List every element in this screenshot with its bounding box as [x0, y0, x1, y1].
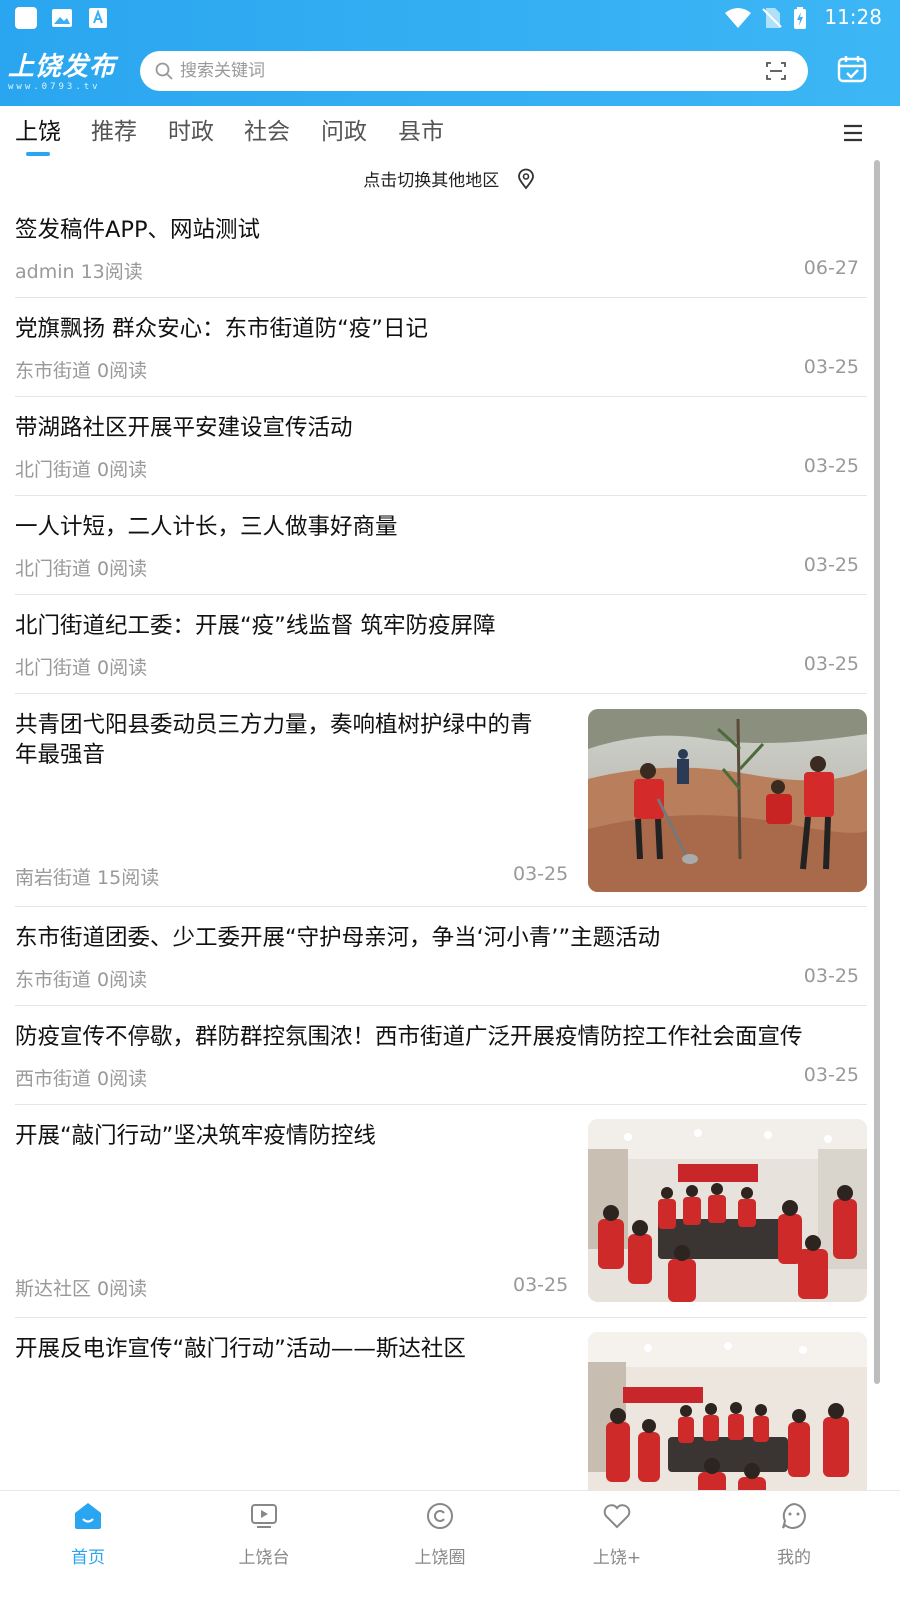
search-input[interactable]	[180, 51, 740, 91]
news-meta: 斯达社区 0阅读	[15, 1278, 148, 1300]
news-item[interactable]: 开展反电诈宣传“敲门行动”活动——斯达社区	[15, 1318, 867, 1490]
region-switch[interactable]: 点击切换其他地区	[0, 166, 900, 194]
news-title: 签发稿件APP、网站测试	[15, 217, 261, 243]
news-date: 03-25	[803, 653, 859, 675]
news-date: 03-25	[803, 1064, 859, 1086]
font-icon	[89, 8, 107, 28]
tab-politics[interactable]: 时政	[168, 117, 214, 147]
tree-planting-photo	[588, 709, 867, 892]
news-item[interactable]: 开展“敲门行动”坚决筑牢疫情防控线 斯达社区 0阅读 03-25	[15, 1105, 867, 1318]
tab-shangrao[interactable]: 上饶	[15, 117, 61, 147]
heart-icon	[603, 1504, 631, 1529]
nav-home-label: 首页	[71, 1548, 105, 1568]
news-meta: 北门街道 0阅读	[15, 657, 148, 679]
news-date: 03-25	[513, 863, 569, 885]
news-date: 03-25	[803, 455, 859, 477]
nav-home[interactable]: 首页	[28, 1501, 148, 1581]
tab-counties[interactable]: 县市	[398, 117, 444, 147]
news-thumbnail[interactable]	[588, 1119, 867, 1302]
tv-play-icon	[251, 1504, 277, 1528]
tab-society[interactable]: 社会	[244, 117, 290, 147]
news-item[interactable]: 党旗飘扬 群众安心：东市街道防“疫”日记 东市街道 0阅读 03-25	[15, 298, 867, 397]
news-date: 03-25	[803, 356, 859, 378]
news-title: 东市街道团委、少工委开展“守护母亲河，争当‘河小青’”主题活动	[15, 925, 661, 951]
app-notification-icon	[15, 7, 37, 29]
news-date: 03-25	[803, 965, 859, 987]
news-title: 带湖路社区开展平安建设宣传活动	[15, 415, 353, 441]
logo-text: 上饶发布	[8, 52, 117, 82]
nav-profile[interactable]: 我的	[734, 1501, 854, 1581]
app-logo[interactable]: 上饶发布 www.0793.tv	[8, 52, 130, 94]
news-item[interactable]: 共青团弋阳县委动员三方力量，奏响植树护绿中的青 年最强音 南岩街道 15阅读 0…	[15, 694, 867, 907]
nav-circle-label: 上饶圈	[414, 1548, 466, 1568]
news-date: 06-27	[803, 257, 859, 279]
header-bar: 11:28 上饶发布 www.0793.tv	[0, 0, 900, 106]
no-sim-icon	[762, 8, 782, 28]
status-time: 11:28	[824, 5, 882, 29]
news-date: 03-25	[513, 1274, 569, 1296]
search-icon	[155, 62, 173, 80]
meeting-room-photo	[588, 1119, 867, 1302]
nav-circle[interactable]: 上饶圈	[380, 1501, 500, 1581]
app-screen: 11:28 上饶发布 www.0793.tv 上饶 推荐 时政 社会 问政 县市…	[0, 0, 900, 1600]
news-meta: 东市街道 0阅读	[15, 360, 148, 382]
news-date: 03-25	[803, 554, 859, 576]
location-pin-icon	[517, 168, 534, 189]
nav-plus-label: 上饶+	[592, 1548, 642, 1568]
news-meta: 东市街道 0阅读	[15, 969, 148, 991]
news-thumbnail[interactable]	[588, 1332, 867, 1490]
profile-icon	[782, 1502, 806, 1529]
logo-url: www.0793.tv	[8, 82, 101, 92]
news-meta: 北门街道 0阅读	[15, 459, 148, 481]
nav-tv[interactable]: 上饶台	[204, 1501, 324, 1581]
home-icon	[75, 1503, 101, 1529]
news-meta: admin 13阅读	[15, 261, 143, 283]
news-item[interactable]: 签发稿件APP、网站测试 admin 13阅读 06-27	[15, 198, 867, 298]
news-title: 共青团弋阳县委动员三方力量，奏响植树护绿中的青	[15, 712, 533, 738]
region-switch-label: 点击切换其他地区	[363, 171, 500, 191]
news-item[interactable]: 带湖路社区开展平安建设宣传活动 北门街道 0阅读 03-25	[15, 397, 867, 496]
status-bar: 11:28	[0, 0, 900, 40]
scrollbar[interactable]	[874, 160, 880, 1384]
news-item[interactable]: 一人计短，二人计长，三人做事好商量 北门街道 0阅读 03-25	[15, 496, 867, 595]
gallery-icon	[52, 9, 72, 27]
news-title: 一人计短，二人计长，三人做事好商量	[15, 514, 398, 540]
news-title: 北门街道纪工委：开展“疫”线监督 筑牢防疫屏障	[15, 613, 496, 639]
calendar-icon[interactable]	[836, 53, 868, 85]
news-meta: 南岩街道 15阅读	[15, 867, 160, 889]
news-meta: 北门街道 0阅读	[15, 558, 148, 580]
search-box[interactable]	[140, 51, 808, 91]
news-thumbnail[interactable]	[588, 709, 867, 892]
news-title-line2: 年最强音	[15, 742, 106, 768]
news-item[interactable]: 北门街道纪工委：开展“疫”线监督 筑牢防疫屏障 北门街道 0阅读 03-25	[15, 595, 867, 694]
meeting-room-photo-2	[588, 1332, 867, 1490]
tab-inquiry[interactable]: 问政	[321, 117, 367, 147]
active-tab-indicator	[26, 152, 50, 156]
nav-profile-label: 我的	[777, 1548, 811, 1568]
tab-recommend[interactable]: 推荐	[91, 117, 137, 147]
news-item[interactable]: 防疫宣传不停歇，群防群控氛围浓！西市街道广泛开展疫情防控工作社会面宣传 西市街道…	[15, 1006, 867, 1105]
menu-icon[interactable]	[842, 122, 864, 144]
wifi-icon	[725, 8, 751, 28]
scan-icon[interactable]	[764, 59, 788, 83]
news-title: 开展“敲门行动”坚决筑牢疫情防控线	[15, 1123, 376, 1149]
news-meta: 西市街道 0阅读	[15, 1068, 148, 1090]
news-title: 防疫宣传不停歇，群防群控氛围浓！西市街道广泛开展疫情防控工作社会面宣传	[15, 1024, 803, 1050]
circle-icon	[427, 1503, 453, 1529]
nav-plus[interactable]: 上饶+	[557, 1501, 677, 1581]
news-item[interactable]: 东市街道团委、少工委开展“守护母亲河，争当‘河小青’”主题活动 东市街道 0阅读…	[15, 907, 867, 1006]
nav-tv-label: 上饶台	[238, 1548, 290, 1568]
channel-tabs: 上饶 推荐 时政 社会 问政 县市	[0, 106, 900, 162]
battery-charging-icon	[794, 7, 806, 29]
bottom-navigation: 首页 上饶台 上饶圈 上饶+ 我的	[0, 1490, 900, 1600]
news-title: 党旗飘扬 群众安心：东市街道防“疫”日记	[15, 316, 428, 342]
news-title: 开展反电诈宣传“敲门行动”活动——斯达社区	[15, 1336, 466, 1362]
